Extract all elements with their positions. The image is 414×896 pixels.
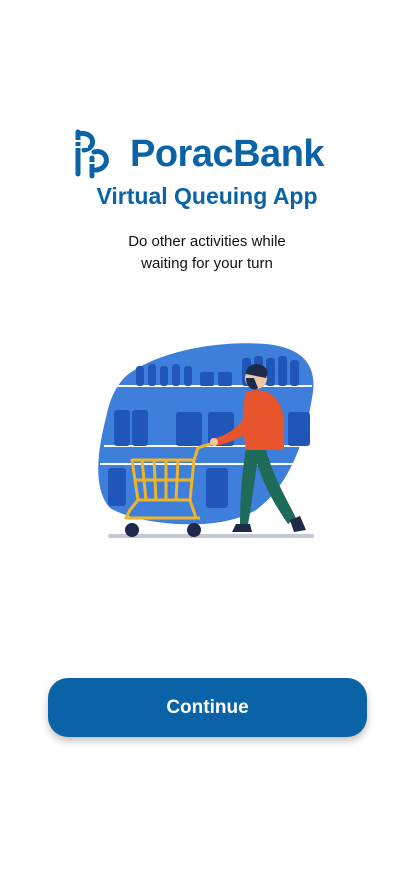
- app-title: Virtual Queuing App: [96, 183, 318, 209]
- intro-line-1: Do other activities while: [128, 233, 286, 250]
- shopping-cart-person-illustration: [98, 343, 314, 538]
- porac-bank-logo-icon: [74, 129, 109, 179]
- brand-name: PoracBank: [130, 133, 325, 175]
- intro-line-2: waiting for your turn: [141, 255, 273, 272]
- continue-button[interactable]: Continue: [48, 678, 367, 737]
- intro-text: Do other activities while waiting for yo…: [0, 231, 414, 275]
- brand-logo: PoracBank: [72, 128, 342, 180]
